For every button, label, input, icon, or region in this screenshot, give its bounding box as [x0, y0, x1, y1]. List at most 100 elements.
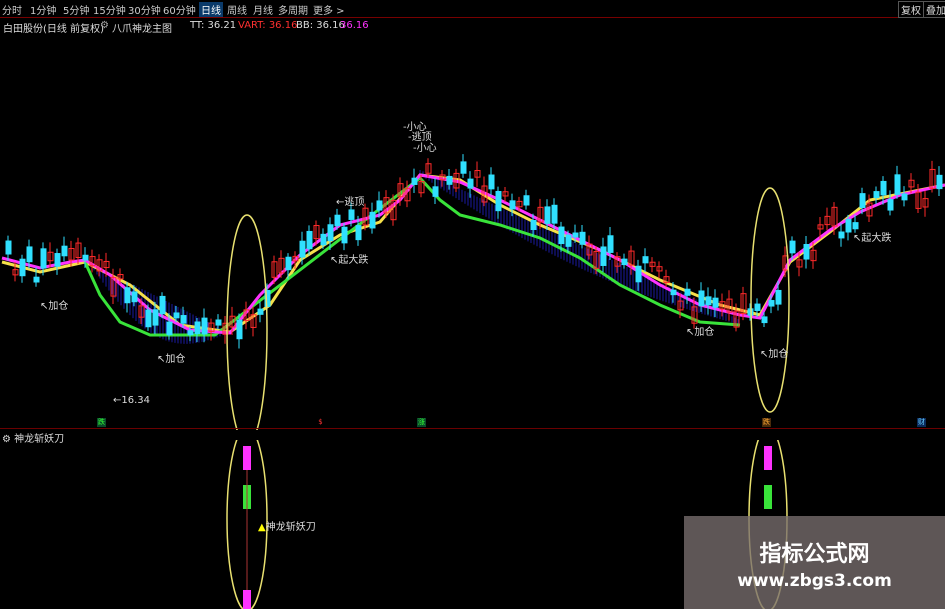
tab-daily[interactable]: 日线 — [199, 2, 223, 17]
signal-marker: 财 — [917, 418, 926, 427]
candle-body — [152, 309, 159, 326]
indicator-bar — [764, 446, 772, 470]
watermark-url: www.zbgs3.com — [737, 571, 892, 591]
candle-body — [54, 253, 61, 267]
indicator-bar — [243, 446, 251, 470]
candle-body — [936, 174, 943, 190]
candle-body — [201, 317, 208, 335]
annotation-rise: ↖起大跌 — [330, 255, 369, 266]
watermark: 指标公式网 www.zbgs3.com — [684, 516, 945, 609]
adjust-button[interactable]: 复权 — [898, 1, 924, 18]
candle-body — [579, 231, 586, 245]
annotation-add-position: ↖加仓 — [686, 327, 715, 338]
candle-body — [82, 254, 89, 261]
tab-multi-period[interactable]: 多周期 — [278, 2, 308, 17]
overlay-button[interactable]: 叠加 — [923, 1, 945, 18]
candle-body — [901, 193, 908, 201]
candle-body — [852, 222, 859, 230]
tab-more[interactable]: 更多 > — [313, 2, 345, 17]
annotation-top: -小心 — [413, 143, 437, 154]
indicator-bar — [764, 485, 772, 509]
candle-body — [432, 186, 439, 197]
candle-body — [180, 315, 187, 324]
candle-body — [236, 319, 243, 340]
candle-body — [187, 330, 194, 336]
tab-weekly[interactable]: 周线 — [227, 2, 247, 17]
annotation-escape: ←逃顶 — [336, 197, 365, 208]
candle-body — [194, 321, 201, 335]
tab-60min[interactable]: 60分钟 — [163, 2, 196, 17]
candle-body — [789, 240, 796, 254]
panel-divider — [0, 428, 945, 429]
candle-body — [642, 256, 649, 264]
candle-body — [495, 190, 502, 212]
candle-body — [166, 321, 173, 336]
candle-body — [894, 174, 901, 195]
candle-body — [33, 276, 40, 283]
candle-body — [712, 297, 719, 308]
candle-body — [124, 287, 131, 304]
candlestick-chart[interactable] — [0, 30, 945, 430]
candle-body — [327, 224, 334, 242]
candle-body — [775, 289, 782, 305]
candle-body — [299, 240, 306, 258]
candle-body — [880, 180, 887, 196]
candle-body — [838, 231, 845, 239]
candle-body — [446, 175, 453, 185]
tab-1min[interactable]: 1分钟 — [30, 2, 56, 17]
candle-body — [411, 177, 418, 185]
candle-body — [285, 256, 292, 271]
candle-body — [509, 200, 516, 210]
watermark-title: 指标公式网 — [759, 542, 870, 567]
candle-body — [670, 289, 677, 296]
candle-body — [873, 191, 880, 199]
candle-body — [40, 248, 47, 269]
annotation-add-position: ↖加仓 — [40, 301, 69, 312]
signal-marker: 跌 — [762, 418, 771, 427]
candle-body — [355, 225, 362, 241]
tab-15min[interactable]: 15分钟 — [93, 2, 126, 17]
candle-body — [61, 245, 68, 257]
candle-body — [551, 204, 558, 224]
candle-body — [565, 234, 572, 247]
candle-body — [215, 319, 222, 326]
annotation-rise: ↖起大跌 — [853, 233, 892, 244]
candle-body — [768, 300, 775, 307]
annotation-low-price: ←16.34 — [113, 395, 151, 406]
candle-body — [887, 199, 894, 211]
candle-body — [488, 174, 495, 190]
tab-30min[interactable]: 30分钟 — [128, 2, 161, 17]
tab-intraday[interactable]: 分时 — [2, 2, 22, 17]
candle-body — [159, 295, 166, 315]
signal-marker: $ — [318, 418, 323, 426]
candle-body — [5, 240, 12, 255]
candle-body — [705, 296, 712, 306]
tab-monthly[interactable]: 月线 — [253, 2, 273, 17]
signal-marker: 跌 — [97, 418, 106, 427]
candle-body — [306, 230, 313, 250]
candle-body — [684, 288, 691, 296]
candle-body — [621, 258, 628, 266]
signal-marker: 涨 — [417, 418, 426, 427]
candle-body — [754, 303, 761, 311]
tab-5min[interactable]: 5分钟 — [63, 2, 89, 17]
candle-body — [544, 206, 551, 224]
candle-body — [607, 235, 614, 253]
candle-body — [558, 226, 565, 245]
candle-body — [369, 211, 376, 229]
candle-body — [348, 209, 355, 220]
annotation-add-position: ↖加仓 — [157, 354, 186, 365]
candle-body — [460, 161, 467, 174]
indicator-signal-label: ▲神龙斩妖刀 — [258, 522, 316, 533]
candle-body — [19, 258, 26, 277]
candle-body — [376, 200, 383, 211]
candle-body — [523, 195, 530, 206]
candle-body — [334, 214, 341, 227]
candle-body — [635, 265, 642, 283]
candle-body — [845, 218, 852, 233]
candle-body — [803, 243, 810, 260]
candle-body — [761, 316, 768, 324]
candle-body — [698, 290, 705, 307]
candle-body — [257, 308, 264, 315]
candle-body — [131, 291, 138, 303]
